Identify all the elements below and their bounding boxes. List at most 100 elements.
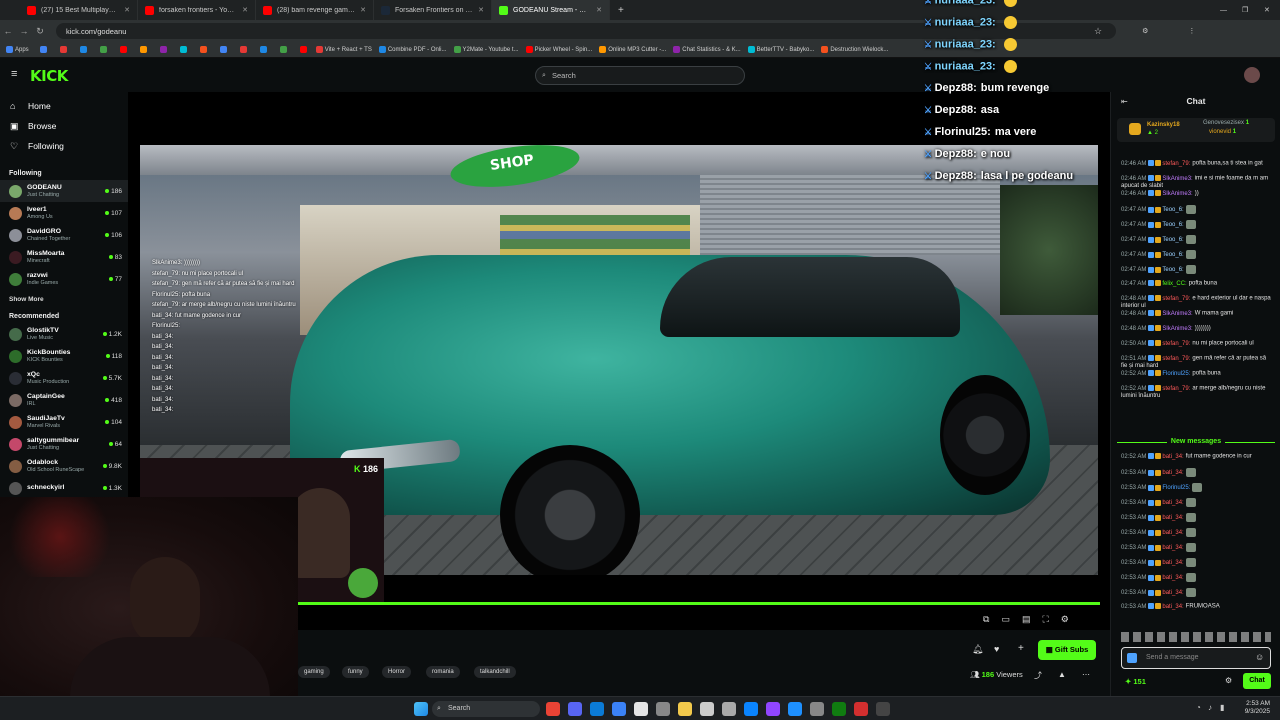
chat-username[interactable]: stefan_79: xyxy=(1162,386,1190,392)
new-tab-icon[interactable]: + xyxy=(618,5,624,16)
taskbar-app-icon[interactable] xyxy=(766,702,780,716)
channel-item[interactable]: Iveer1 Among Us 107 xyxy=(0,202,128,224)
bookmark-item[interactable]: Destruction Wielock... xyxy=(821,45,888,53)
bookmark-item[interactable]: Picker Wheel - Spin... xyxy=(525,45,592,53)
profile-icon[interactable]: ⋮ xyxy=(1188,27,1195,35)
bookmark-item[interactable]: Apps xyxy=(6,45,29,53)
taskbar-app-icon[interactable] xyxy=(810,702,824,716)
bookmark-item[interactable]: Vite + React + TS xyxy=(315,45,372,53)
bookmark-item[interactable]: Online MP3 Cutter -... xyxy=(599,45,666,53)
show-more-link[interactable]: Show More xyxy=(0,296,128,303)
chat-username[interactable]: bati_34: xyxy=(1162,604,1183,610)
bookmark-favicon-icon[interactable] xyxy=(179,46,187,53)
tab-close-icon[interactable]: ✕ xyxy=(478,6,484,14)
browser-tab[interactable]: Forsaken Frontiers on Steam ✕ xyxy=(374,0,492,20)
send-chat-button[interactable]: Chat xyxy=(1243,673,1271,689)
channel-item[interactable]: SaudiJaeTv Marvel Rivals 104 xyxy=(0,411,128,433)
bookmark-favicon-icon[interactable] xyxy=(59,46,67,53)
chat-username[interactable]: bati_34: xyxy=(1162,575,1183,581)
forward-icon[interactable]: → xyxy=(16,26,32,36)
more-icon[interactable]: ⋯ xyxy=(1082,670,1090,679)
chat-settings-icon[interactable]: ⚙ xyxy=(1225,676,1232,685)
chat-username[interactable]: SlkAnime3: xyxy=(1162,176,1192,182)
bookmark-favicon-icon[interactable] xyxy=(99,46,107,53)
tab-close-icon[interactable]: ✕ xyxy=(596,6,602,14)
extensions-icon[interactable]: ⚙ xyxy=(1142,27,1148,35)
taskbar-app-icon[interactable] xyxy=(590,702,604,716)
follow-heart-icon[interactable]: ♥ xyxy=(994,644,999,654)
sidebar-item-following[interactable]: ♡ Following xyxy=(0,136,128,156)
menu-icon[interactable]: ≡ xyxy=(11,68,17,80)
minimize-icon[interactable]: — xyxy=(1220,7,1227,14)
channel-item[interactable]: CaptainGee IRL 418 xyxy=(0,389,128,411)
sidebar-item-home[interactable]: ⌂ Home xyxy=(0,96,128,116)
chat-username[interactable]: Teoo_6: xyxy=(1162,237,1183,243)
bookmark-favicon-icon[interactable] xyxy=(159,46,167,53)
bookmark-item[interactable]: Y2Mate - Youtube t... xyxy=(453,45,519,53)
chat-username[interactable]: SlkAnime3: xyxy=(1162,311,1192,317)
channel-item[interactable]: Odablock Old School RuneScape 9.8K xyxy=(0,455,128,477)
bookmark-favicon-icon[interactable] xyxy=(199,46,207,53)
taskbar-app-icon[interactable] xyxy=(788,702,802,716)
chat-username[interactable]: Florinul25: xyxy=(1162,371,1190,377)
browser-tab[interactable]: GODEANU Stream - Watch ✕ xyxy=(492,0,610,20)
taskbar-app-icon[interactable] xyxy=(568,702,582,716)
clip-icon[interactable]: ▤ xyxy=(1022,614,1031,625)
chat-username[interactable]: bati_34: xyxy=(1162,545,1183,551)
channel-item[interactable]: saltygummibear Just Chatting 64 xyxy=(0,433,128,455)
stream-tag[interactable]: gaming xyxy=(298,666,330,678)
browser-tab[interactable]: (27) 15 Best Multiplayer Horror ✕ xyxy=(20,0,138,20)
taskbar-app-icon[interactable] xyxy=(876,702,890,716)
reload-icon[interactable]: ↻ xyxy=(32,26,48,37)
bookmark-item[interactable]: Combine PDF - Onli... xyxy=(378,45,447,53)
taskbar-app-icon[interactable] xyxy=(634,702,648,716)
taskbar-search[interactable]: ⌕ Search xyxy=(432,701,540,717)
chat-username[interactable]: stefan_79: xyxy=(1162,296,1190,302)
chat-username[interactable]: Teoo_6: xyxy=(1162,267,1183,273)
taskbar-app-icon[interactable] xyxy=(854,702,868,716)
browser-tab[interactable]: forsaken frontiers - YouTube ✕ xyxy=(138,0,256,20)
fullscreen-icon[interactable]: ⛶ xyxy=(1042,614,1048,625)
chat-username[interactable]: stefan_79: xyxy=(1162,341,1190,347)
chat-username[interactable]: felix_CC: xyxy=(1162,281,1186,287)
channel-item[interactable]: DavidGRO Chained Together 106 xyxy=(0,224,128,246)
pip-icon[interactable]: ⧉ xyxy=(983,614,989,625)
volume-icon[interactable]: ♪ xyxy=(1208,703,1212,712)
channel-item[interactable]: KickBounties KICK Bounties 118 xyxy=(0,345,128,367)
battery-icon[interactable]: ▮ xyxy=(1220,703,1224,712)
add-icon[interactable]: + xyxy=(1018,643,1024,654)
taskbar-app-icon[interactable] xyxy=(722,702,736,716)
stream-tag[interactable]: Horror xyxy=(382,666,412,678)
chat-username[interactable]: Teoo_6: xyxy=(1162,222,1183,228)
user-avatar[interactable] xyxy=(1244,67,1260,83)
bookmark-favicon-icon[interactable] xyxy=(299,46,307,53)
taskbar-app-icon[interactable] xyxy=(678,702,692,716)
taskbar-app-icon[interactable] xyxy=(656,702,670,716)
chat-username[interactable]: bati_34: xyxy=(1162,500,1183,506)
start-icon[interactable] xyxy=(414,702,428,716)
stream-tag[interactable]: talkandchill xyxy=(474,666,516,678)
bookmark-favicon-icon[interactable] xyxy=(39,46,47,53)
emote-icon[interactable]: ☺ xyxy=(1255,652,1264,662)
channel-item[interactable]: schneckyirl 1.3K xyxy=(0,477,128,499)
notify-icon[interactable]: 🔔︎ xyxy=(972,644,983,655)
chat-username[interactable]: bati_34: xyxy=(1162,454,1183,460)
chat-username[interactable]: Teoo_6: xyxy=(1162,252,1183,258)
settings-icon[interactable]: ⚙ xyxy=(1061,614,1069,625)
chat-username[interactable]: Teoo_6: xyxy=(1162,207,1183,213)
chat-input[interactable]: Send a message xyxy=(1121,647,1271,669)
tab-close-icon[interactable]: ✕ xyxy=(242,6,248,14)
kick-logo[interactable]: KICK xyxy=(30,67,68,85)
bookmark-favicon-icon[interactable] xyxy=(259,46,267,53)
bookmark-item[interactable]: BetterTTV - Babyko... xyxy=(747,45,814,53)
taskbar-app-icon[interactable] xyxy=(832,702,846,716)
bookmark-favicon-icon[interactable] xyxy=(119,46,127,53)
bookmark-favicon-icon[interactable] xyxy=(279,46,287,53)
tab-close-icon[interactable]: ✕ xyxy=(124,6,130,14)
chat-username[interactable]: bati_34: xyxy=(1162,590,1183,596)
close-window-icon[interactable]: ✕ xyxy=(1264,6,1270,14)
channel-item[interactable]: razvwi Indie Games 77 xyxy=(0,268,128,290)
chat-username[interactable]: bati_34: xyxy=(1162,515,1183,521)
bookmark-favicon-icon[interactable] xyxy=(219,46,227,53)
search-input[interactable]: ⌕ Search xyxy=(535,66,745,85)
